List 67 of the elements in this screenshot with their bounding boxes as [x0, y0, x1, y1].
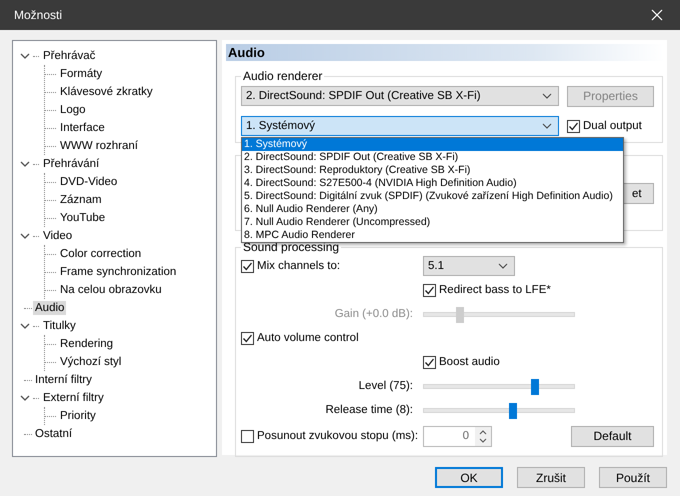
renderer-dropdown[interactable]: 2. DirectSound: SPDIF Out (Creative SB X-Fi) [241, 86, 559, 106]
tree-item[interactable]: Výchozí styl [58, 355, 124, 369]
checkbox[interactable]: Redirect bass to LFE* [423, 284, 551, 296]
tree-item[interactable]: YouTube [58, 211, 108, 225]
chevron-down-icon[interactable] [20, 393, 30, 403]
tree-item[interactable]: Na celou obrazovku [58, 283, 164, 297]
tree-item[interactable]: Titulky [41, 319, 78, 333]
dropdown-option[interactable]: 7. Null Audio Renderer (Uncompressed) [242, 216, 623, 229]
tree-item[interactable]: Záznam [58, 193, 104, 207]
tree-item[interactable]: Color correction [58, 247, 144, 261]
tree-item[interactable]: Frame synchronization [58, 265, 178, 279]
chevron-down-icon[interactable] [20, 321, 30, 331]
tree-item[interactable]: Přehrávač [41, 49, 98, 63]
dialog-button[interactable]: OK [435, 467, 503, 488]
chevron-down-icon [498, 263, 508, 269]
checkmark-icon [242, 332, 253, 344]
dropdown-option[interactable]: 4. DirectSound: S27E500-4 (NVIDIA High Definition Audio) [242, 177, 623, 190]
slider-thumb[interactable] [508, 402, 516, 418]
checkmark-icon [568, 120, 579, 132]
tree-item[interactable]: DVD-Video [58, 175, 120, 189]
tree-item[interactable]: Klávesové zkratky [58, 85, 155, 99]
dropdown-option[interactable]: 3. DirectSound: Reproduktory (Creative SB X-Fi) [242, 164, 623, 177]
dropdown-option[interactable]: 6. Null Audio Renderer (Any) [242, 203, 623, 216]
chevron-down-icon[interactable] [20, 231, 30, 241]
group-title: Audio renderer [242, 69, 324, 83]
slider-label: Release time (8): [325, 404, 413, 416]
slider-label: Gain (+0.0 dB): [334, 308, 413, 320]
checkmark-icon [424, 284, 435, 296]
group-title: Sound processing [242, 240, 340, 254]
dropdown-option[interactable]: 1. Systémový [242, 138, 623, 151]
checkmark-icon [424, 356, 435, 368]
slider-label: Level (75): [358, 380, 413, 392]
tree-item[interactable]: Přehrávání [41, 157, 102, 171]
dialog-button[interactable]: Zrušit [517, 467, 585, 488]
checkbox[interactable]: Dual output [567, 120, 642, 132]
tree-item[interactable]: Interface [58, 121, 107, 135]
checkbox[interactable]: Boost audio [423, 356, 500, 368]
tree-item[interactable]: Logo [58, 103, 88, 117]
chevron-down-icon [542, 93, 552, 99]
dropdown-option[interactable]: 8. MPC Audio Renderer [242, 229, 623, 242]
dialog-button[interactable]: Použít [599, 467, 667, 488]
chevron-down-icon [542, 123, 552, 129]
tree-item[interactable]: Externí filtry [41, 391, 106, 405]
spin-arrows-icon[interactable] [475, 426, 491, 446]
spin-field[interactable]: 0 [423, 426, 492, 446]
tree-item[interactable]: Interní filtry [33, 373, 94, 387]
default-button[interactable]: Default [571, 426, 654, 446]
checkbox[interactable]: Auto volume control [241, 332, 359, 344]
dropdown-option[interactable]: 2. DirectSound: SPDIF Out (Creative SB X-Fi) [242, 151, 623, 164]
output-dropdown[interactable]: 1. Systémový [241, 116, 559, 136]
chevron-down-icon[interactable] [20, 51, 30, 61]
tree-item[interactable]: Audio [33, 301, 66, 315]
dropdown-option[interactable]: 5. DirectSound: Digitální zvuk (SPDIF) (Zvukové zařízení High Definition Audio) [242, 190, 623, 203]
tree-item[interactable]: Rendering [58, 337, 116, 351]
tree-item[interactable]: Priority [58, 409, 98, 423]
checkbox[interactable]: Mix channels to: [241, 260, 340, 272]
channels-dropdown[interactable]: 5.1 [423, 256, 515, 276]
checkmark-icon [242, 260, 253, 272]
tree-item[interactable]: WWW rozhraní [58, 139, 140, 153]
close-icon [651, 9, 663, 21]
chevron-down-icon[interactable] [20, 159, 30, 169]
tree-item[interactable]: Formáty [58, 67, 104, 81]
checkbox[interactable]: Posunout zvukovou stopu (ms): [241, 430, 418, 442]
tree-item[interactable]: Video [41, 229, 74, 243]
tree-item[interactable]: Ostatní [33, 427, 74, 441]
window-title: Možnosti [14, 8, 62, 22]
slider-thumb[interactable] [531, 378, 539, 394]
